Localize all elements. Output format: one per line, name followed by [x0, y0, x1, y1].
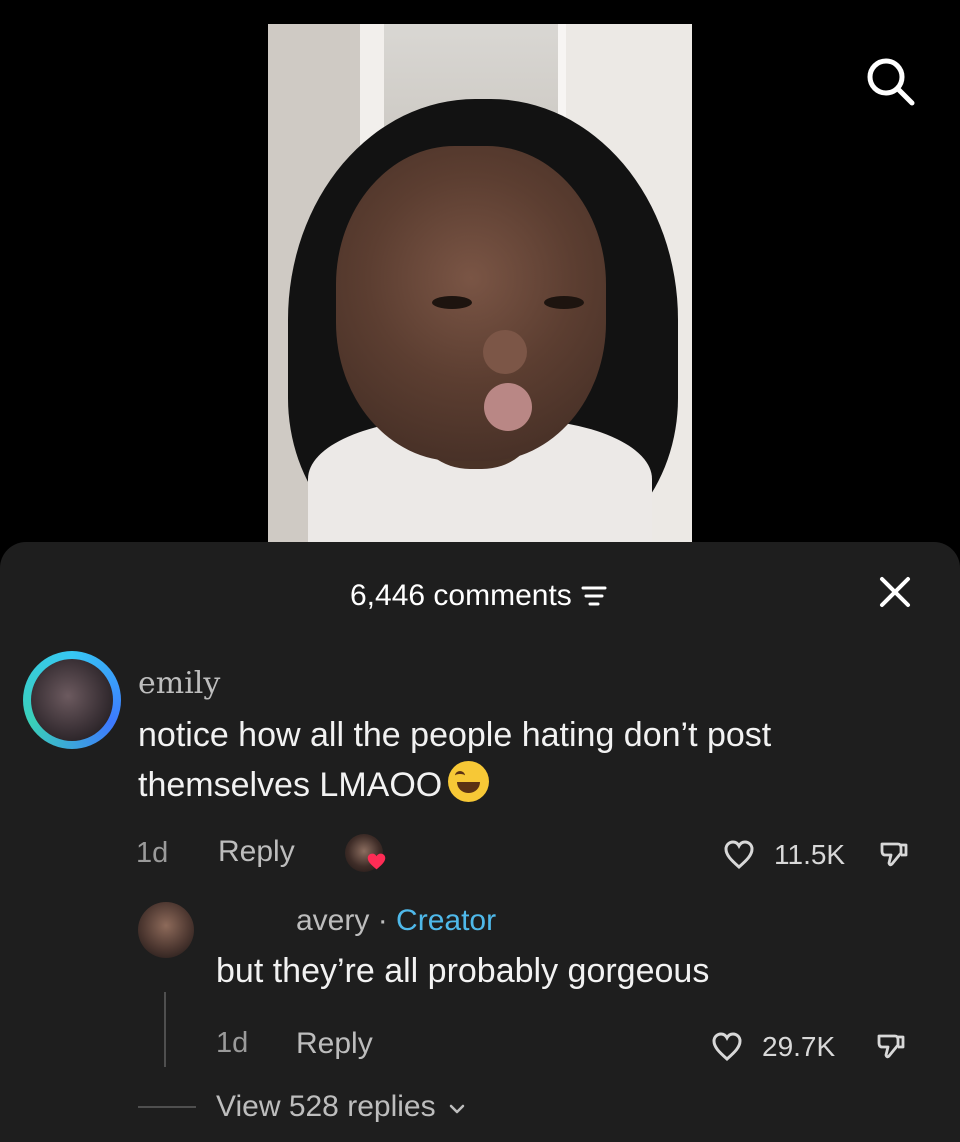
view-replies-line: [138, 1106, 196, 1108]
reply-text: but they’re all probably gorgeous: [216, 952, 710, 990]
comment-time: 1d: [136, 837, 169, 869]
comments-header[interactable]: 6,446 comments: [350, 579, 608, 613]
video-face: [336, 146, 606, 461]
reply-reply-button[interactable]: Reply: [296, 1027, 373, 1061]
video-left-eye: [432, 296, 472, 309]
commenter-avatar-photo: [31, 659, 113, 741]
commenter-avatar[interactable]: [23, 651, 121, 749]
reply-author[interactable]: avery: [296, 904, 369, 937]
reply-heart-icon[interactable]: [710, 1029, 744, 1063]
comments-count: 6,446 comments: [350, 579, 572, 612]
comment-text: notice how all the people hating don’t p…: [138, 710, 918, 810]
comment-author[interactable]: emily: [138, 666, 220, 701]
reply-avatar[interactable]: [138, 902, 194, 958]
search-icon[interactable]: [863, 54, 917, 108]
reply-dislike-icon[interactable]: [876, 1031, 906, 1061]
reply-author-separator: ·: [377, 904, 388, 937]
creator-badge: Creator: [396, 904, 497, 937]
heart-icon[interactable]: [722, 837, 756, 871]
chevron-down-icon: [449, 1104, 465, 1114]
video-nose: [483, 330, 527, 374]
sort-icon[interactable]: [580, 583, 608, 609]
thread-line: [164, 992, 166, 1067]
dislike-icon[interactable]: [879, 839, 909, 869]
reply-button[interactable]: Reply: [218, 835, 295, 869]
comments-sheet: 6,446 comments emily notice how all the …: [0, 542, 960, 1142]
comment-like-count: 11.5K: [774, 839, 846, 870]
laughing-emoji-icon: [448, 761, 490, 802]
view-replies-label: View 528 replies: [216, 1090, 436, 1123]
close-icon[interactable]: [874, 571, 916, 613]
reply-time: 1d: [216, 1027, 249, 1059]
reply-author-line: avery · Creator: [296, 904, 496, 938]
video-right-eye: [544, 296, 584, 309]
view-replies-button[interactable]: View 528 replies: [216, 1090, 466, 1124]
liked-by-creator-heart-icon: [367, 853, 386, 870]
video-preview[interactable]: [268, 24, 692, 542]
video-mouth: [484, 383, 532, 431]
reply-like-count: 29.7K: [762, 1031, 836, 1062]
